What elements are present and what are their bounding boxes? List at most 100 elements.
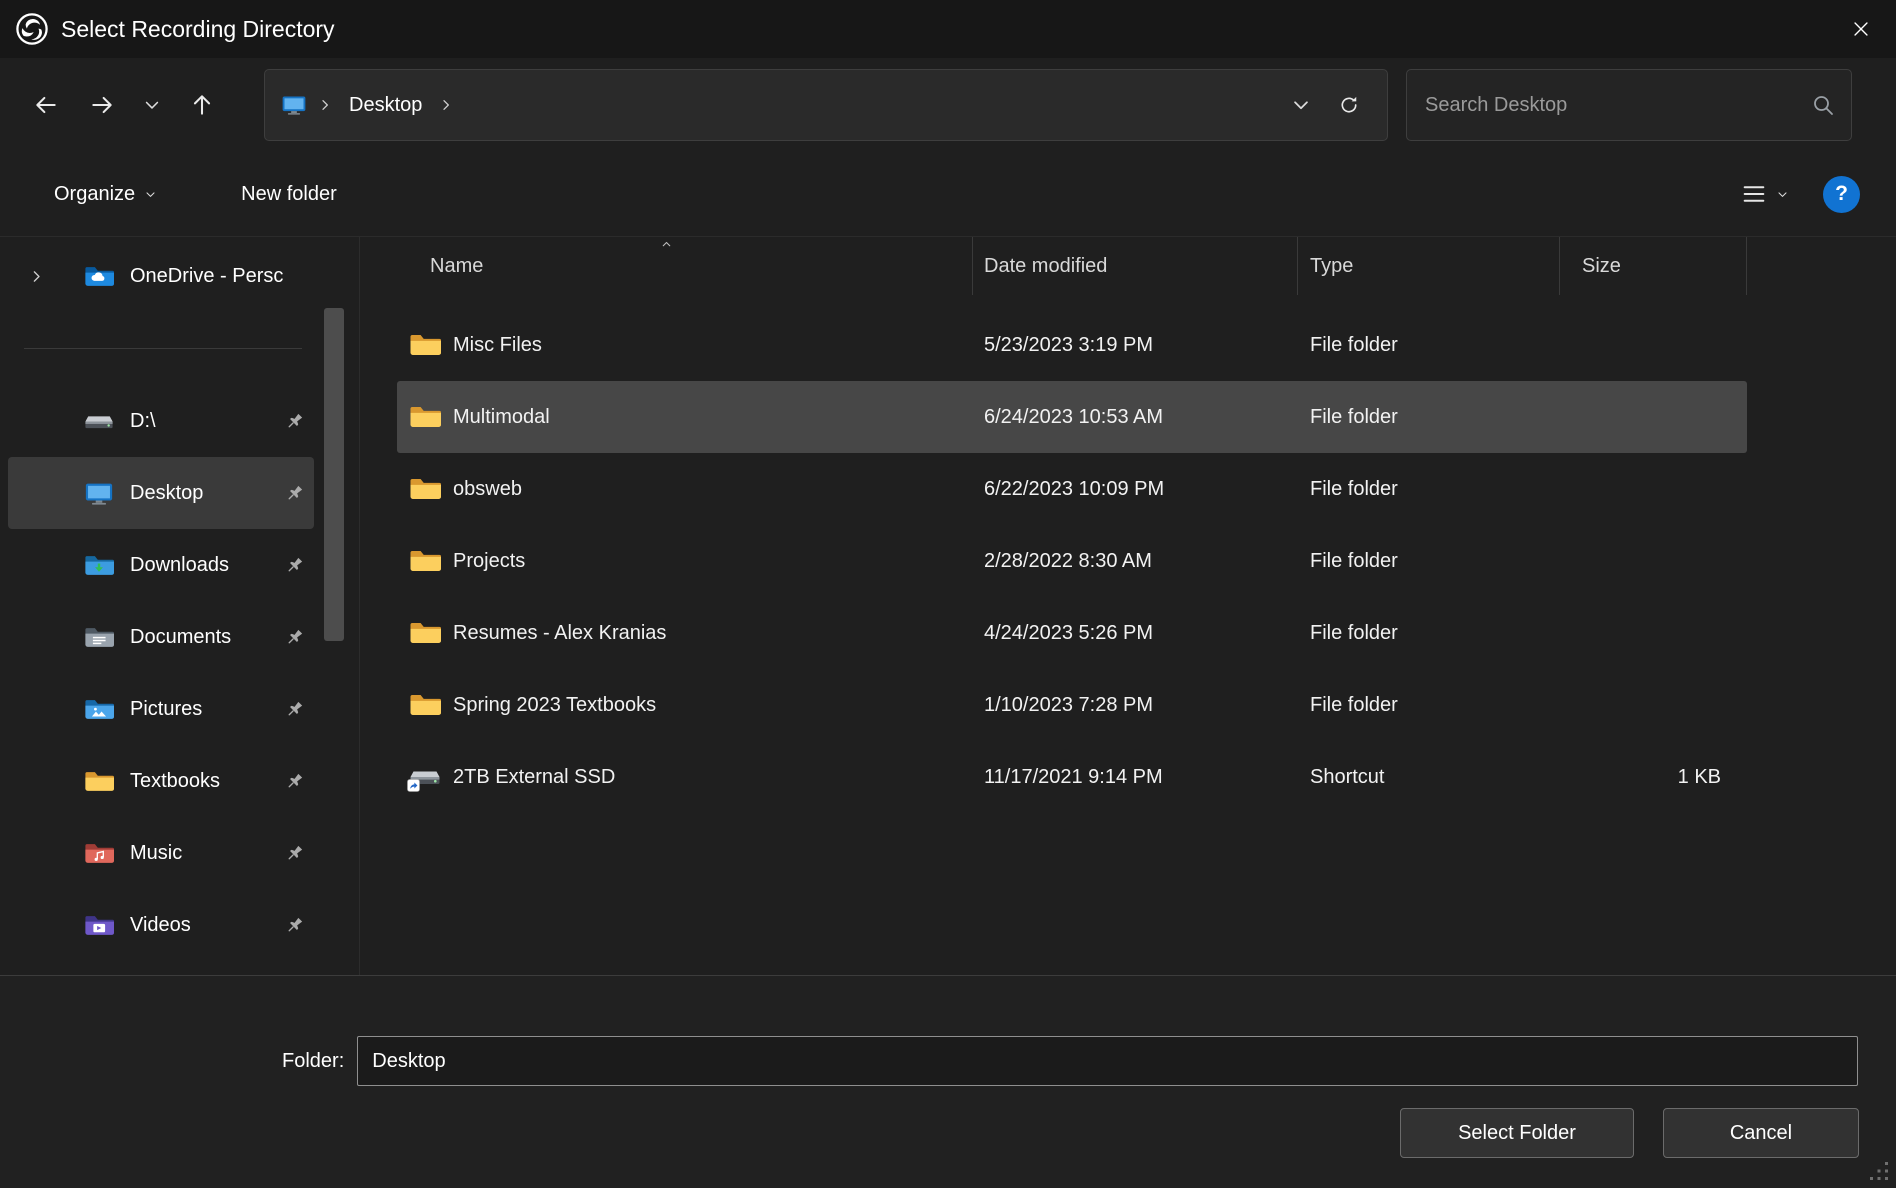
folder-icon xyxy=(409,548,441,574)
file-date: 1/10/2023 7:28 PM xyxy=(973,669,1298,741)
close-button[interactable] xyxy=(1826,0,1896,58)
file-row-spring-textbooks[interactable]: Spring 2023 Textbooks 1/10/2023 7:28 PM … xyxy=(397,669,1747,741)
sort-ascending-icon xyxy=(659,238,674,250)
refresh-icon xyxy=(1338,94,1360,116)
file-size: 1 KB xyxy=(1560,741,1747,813)
expander[interactable] xyxy=(8,268,64,285)
file-type: File folder xyxy=(1298,669,1560,741)
new-folder-button[interactable]: New folder xyxy=(229,173,349,216)
file-name: Resumes - Alex Kranias xyxy=(453,622,666,645)
pin-icon[interactable] xyxy=(283,410,306,433)
chevron-down-icon xyxy=(142,95,162,115)
pin-icon[interactable] xyxy=(283,842,306,865)
pictures-folder-icon xyxy=(84,697,114,722)
sidebar-divider xyxy=(0,312,359,385)
chevron-down-icon xyxy=(1776,188,1789,201)
folder-icon xyxy=(409,476,441,502)
sidebar-item-label: Videos xyxy=(130,914,191,937)
search-icon xyxy=(1811,93,1835,117)
column-header-type[interactable]: Type xyxy=(1298,237,1560,295)
file-row-external-ssd[interactable]: 2TB External SSD 11/17/2021 9:14 PM Shor… xyxy=(397,741,1747,813)
sidebar-item-downloads[interactable]: Downloads xyxy=(8,529,314,601)
file-row-obsweb[interactable]: obsweb 6/22/2023 10:09 PM File folder xyxy=(397,453,1747,525)
up-button[interactable] xyxy=(174,77,230,133)
file-rows: Misc Files 5/23/2023 3:19 PM File folder… xyxy=(360,309,1896,813)
file-size xyxy=(1560,381,1747,453)
sidebar-item-label: Documents xyxy=(130,626,231,649)
file-row-projects[interactable]: Projects 2/28/2022 8:30 AM File folder xyxy=(397,525,1747,597)
pin-icon[interactable] xyxy=(283,626,306,649)
file-size xyxy=(1560,453,1747,525)
sidebar-scrollbar-thumb[interactable] xyxy=(324,308,344,641)
pin-icon[interactable] xyxy=(283,914,306,937)
sidebar-item-desktop[interactable]: Desktop xyxy=(8,457,314,529)
forward-button[interactable] xyxy=(74,77,130,133)
folder-input[interactable] xyxy=(357,1036,1858,1086)
change-view-button[interactable] xyxy=(1732,172,1797,216)
pin-icon[interactable] xyxy=(283,698,306,721)
sidebar-item-onedrive[interactable]: OneDrive - Persc xyxy=(8,240,314,312)
file-row-multimodal[interactable]: Multimodal 6/24/2023 10:53 AM File folde… xyxy=(397,381,1747,453)
folder-icon xyxy=(84,769,114,794)
address-dropdown-button[interactable] xyxy=(1277,81,1325,129)
search-input[interactable] xyxy=(1425,94,1811,117)
title-bar: Select Recording Directory xyxy=(0,0,1896,58)
cancel-button[interactable]: Cancel xyxy=(1663,1108,1859,1158)
column-header-size[interactable]: Size xyxy=(1560,237,1747,295)
pin-icon[interactable] xyxy=(283,554,306,577)
refresh-button[interactable] xyxy=(1325,81,1373,129)
sidebar-item-label: D:\ xyxy=(130,410,156,433)
sidebar-item-label: Desktop xyxy=(130,482,203,505)
up-arrow-icon xyxy=(189,92,215,118)
breadcrumb-chevron-icon xyxy=(317,97,333,113)
sidebar-item-videos[interactable]: Videos xyxy=(8,889,314,961)
breadcrumb-desktop[interactable]: Desktop xyxy=(343,90,428,121)
file-row-misc-files[interactable]: Misc Files 5/23/2023 3:19 PM File folder xyxy=(397,309,1747,381)
toolbar: Organize New folder ? xyxy=(0,152,1896,237)
file-name: obsweb xyxy=(453,478,522,501)
address-bar[interactable]: Desktop xyxy=(264,69,1388,141)
file-row-resumes[interactable]: Resumes - Alex Kranias 4/24/2023 5:26 PM… xyxy=(397,597,1747,669)
breadcrumb-chevron-icon[interactable] xyxy=(438,97,454,113)
pin-icon[interactable] xyxy=(283,482,306,505)
file-type: File folder xyxy=(1298,309,1560,381)
close-icon xyxy=(1850,18,1872,40)
footer: Folder: Select Folder Cancel xyxy=(0,975,1896,1188)
file-type: Shortcut xyxy=(1298,741,1560,813)
file-size xyxy=(1560,597,1747,669)
chevron-right-icon xyxy=(28,268,45,285)
file-size xyxy=(1560,309,1747,381)
new-folder-label: New folder xyxy=(241,183,337,206)
folder-icon xyxy=(409,620,441,646)
file-date: 5/23/2023 3:19 PM xyxy=(973,309,1298,381)
file-date: 2/28/2022 8:30 AM xyxy=(973,525,1298,597)
file-date: 6/24/2023 10:53 AM xyxy=(973,381,1298,453)
column-header-date-modified[interactable]: Date modified xyxy=(973,237,1298,295)
sidebar-item-textbooks[interactable]: Textbooks xyxy=(8,745,314,817)
music-folder-icon xyxy=(84,841,114,866)
file-date: 11/17/2021 9:14 PM xyxy=(973,741,1298,813)
drive-shortcut-icon xyxy=(409,764,441,790)
back-button[interactable] xyxy=(18,77,74,133)
sidebar-item-documents[interactable]: Documents xyxy=(8,601,314,673)
organize-label: Organize xyxy=(54,183,135,206)
help-button[interactable]: ? xyxy=(1823,176,1860,213)
organize-button[interactable]: Organize xyxy=(42,173,169,216)
obs-logo-icon xyxy=(15,12,49,46)
sidebar-item-d-drive[interactable]: D:\ xyxy=(8,385,314,457)
sidebar-item-pictures[interactable]: Pictures xyxy=(8,673,314,745)
navigation-bar: Desktop xyxy=(0,58,1896,152)
file-name: Projects xyxy=(453,550,525,573)
resize-grip[interactable] xyxy=(1869,1161,1891,1183)
column-header-name[interactable]: Name xyxy=(360,237,973,295)
pin-icon[interactable] xyxy=(283,770,306,793)
recent-locations-button[interactable] xyxy=(130,77,174,133)
sidebar-item-label: Textbooks xyxy=(130,770,220,793)
select-folder-button[interactable]: Select Folder xyxy=(1400,1108,1634,1158)
onedrive-icon xyxy=(84,264,114,289)
back-arrow-icon xyxy=(33,92,59,118)
help-icon: ? xyxy=(1835,182,1848,206)
search-box[interactable] xyxy=(1406,69,1852,141)
sidebar-item-music[interactable]: Music xyxy=(8,817,314,889)
file-size xyxy=(1560,669,1747,741)
